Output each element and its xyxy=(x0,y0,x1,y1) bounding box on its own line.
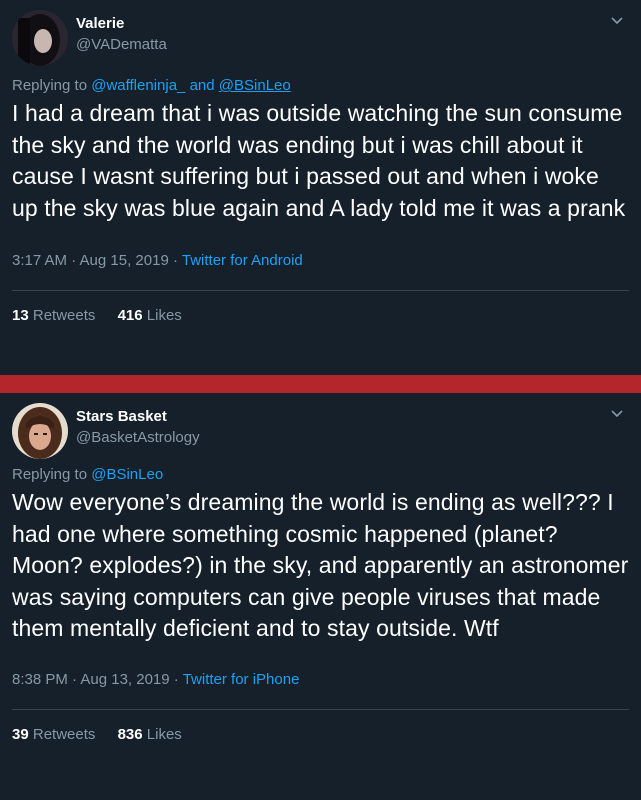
tweet-time[interactable]: 8:38 PM · Aug 13, 2019 · xyxy=(12,671,179,688)
mention-link[interactable]: @waffleninja_ xyxy=(91,77,185,94)
tweet-header: Valerie @VADematta xyxy=(12,0,629,72)
tweet-valerie: Valerie @VADematta Replying to @waffleni… xyxy=(0,0,641,375)
mention-link[interactable]: @BSinLeo xyxy=(219,77,291,94)
chevron-down-icon[interactable] xyxy=(609,405,625,421)
retweets-stat[interactable]: 13 Retweets xyxy=(12,306,95,326)
user-handle[interactable]: @BasketAstrology xyxy=(76,428,200,448)
retweets-stat[interactable]: 39 Retweets xyxy=(12,725,95,745)
tweet-stats: 13 Retweets 416 Likes xyxy=(12,306,629,326)
tweet-stars-basket: Stars Basket @BasketAstrology Replying t… xyxy=(0,393,641,800)
display-name[interactable]: Stars Basket xyxy=(76,408,200,426)
tweet-text: Wow everyone’s dreaming the world is end… xyxy=(12,489,629,641)
mention-link[interactable]: @BSinLeo xyxy=(91,466,163,483)
replying-to: Replying to @waffleninja_ and @BSinLeo xyxy=(12,76,629,96)
separator-band xyxy=(0,375,641,393)
tweet-time[interactable]: 3:17 AM · Aug 15, 2019 · xyxy=(12,252,178,269)
chevron-down-icon[interactable] xyxy=(609,12,625,28)
tweet-text: I had a dream that i was outside watchin… xyxy=(12,100,626,221)
display-name[interactable]: Valerie xyxy=(76,15,167,33)
likes-stat[interactable]: 836 Likes xyxy=(118,725,182,745)
avatar[interactable] xyxy=(12,10,68,66)
avatar[interactable] xyxy=(12,403,68,459)
user-handle[interactable]: @VADematta xyxy=(76,35,167,55)
replying-prefix: Replying to xyxy=(12,77,88,94)
replying-joiner[interactable]: and xyxy=(190,77,215,94)
tweet-source[interactable]: Twitter for Android xyxy=(182,252,303,269)
tweet-meta: 3:17 AM · Aug 15, 2019 · Twitter for And… xyxy=(12,251,629,271)
likes-stat[interactable]: 416 Likes xyxy=(118,306,182,326)
tweet-source[interactable]: Twitter for iPhone xyxy=(183,671,300,688)
replying-to: Replying to @BSinLeo xyxy=(12,465,629,485)
tweet-meta: 8:38 PM · Aug 13, 2019 · Twitter for iPh… xyxy=(12,670,629,690)
tweet-stats: 39 Retweets 836 Likes xyxy=(12,725,629,745)
tweet-header: Stars Basket @BasketAstrology xyxy=(12,393,629,465)
replying-prefix: Replying to xyxy=(12,466,88,483)
